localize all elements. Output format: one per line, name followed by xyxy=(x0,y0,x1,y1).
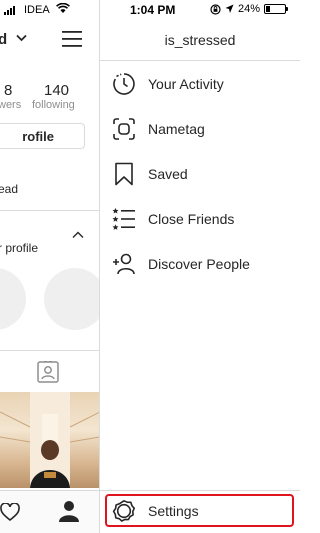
followers-count[interactable]: 8 xyxy=(4,82,12,99)
post-image xyxy=(0,392,99,488)
profile-bio: ead xyxy=(0,182,19,196)
following-label[interactable]: following xyxy=(32,99,75,111)
edit-profile-button[interactable]: rofile xyxy=(0,123,85,149)
nametag-icon xyxy=(112,117,136,141)
hamburger-menu-icon[interactable] xyxy=(62,31,82,47)
status-time: 1:04 PM xyxy=(130,3,176,17)
menu-item-label: Discover People xyxy=(148,256,250,272)
chevron-down-icon[interactable] xyxy=(16,34,27,42)
carrier-name: IDEA xyxy=(24,4,50,16)
divider xyxy=(100,60,300,61)
menu-item-label: Saved xyxy=(148,166,188,182)
following-count[interactable]: 140 xyxy=(44,82,69,99)
suggested-avatar[interactable] xyxy=(44,268,99,330)
menu-item-discover-people[interactable]: Discover People xyxy=(100,248,300,280)
settings-highlight-box xyxy=(105,494,294,527)
activity-icon xyxy=(112,72,136,96)
post-thumbnail[interactable] xyxy=(0,392,99,488)
side-drawer: is_stressed Your Activity Nametag Saved … xyxy=(100,0,300,533)
status-bar: IDEA 1:04 PM 24% xyxy=(0,0,300,22)
wifi-icon xyxy=(56,3,70,13)
status-right: 24% xyxy=(210,3,289,15)
bottom-tab-bar xyxy=(0,490,99,533)
add-person-icon xyxy=(112,252,136,276)
menu-item-nametag[interactable]: Nametag xyxy=(100,113,300,145)
menu-item-your-activity[interactable]: Your Activity xyxy=(100,68,300,100)
tagged-photos-icon[interactable] xyxy=(37,361,59,383)
discover-people-text: r profile xyxy=(0,241,39,255)
menu-item-saved[interactable]: Saved xyxy=(100,158,300,190)
menu-item-close-friends[interactable]: Close Friends xyxy=(100,203,300,235)
location-icon xyxy=(225,4,234,13)
drawer-title: is_stressed xyxy=(164,32,236,48)
battery-percent: 24% xyxy=(238,3,261,15)
heart-icon[interactable] xyxy=(0,503,20,521)
divider xyxy=(100,490,300,491)
divider xyxy=(0,350,99,351)
chevron-up-icon[interactable] xyxy=(72,231,84,239)
divider xyxy=(0,210,99,211)
profile-username[interactable]: d xyxy=(0,31,7,48)
followers-label[interactable]: wers xyxy=(0,99,21,111)
edit-profile-label: rofile xyxy=(22,128,54,144)
bookmark-icon xyxy=(112,162,136,186)
suggested-avatar[interactable] xyxy=(0,268,26,330)
battery-icon xyxy=(264,4,289,14)
signal-icon xyxy=(4,6,15,15)
menu-item-label: Close Friends xyxy=(148,211,235,227)
profile-tab-icon[interactable] xyxy=(58,500,80,522)
menu-item-label: Your Activity xyxy=(148,76,224,92)
close-friends-icon xyxy=(112,207,136,231)
profile-panel: d 8 wers 140 following rofile ead r prof… xyxy=(0,0,100,533)
menu-item-label: Nametag xyxy=(148,121,205,137)
orientation-lock-icon xyxy=(210,3,221,15)
